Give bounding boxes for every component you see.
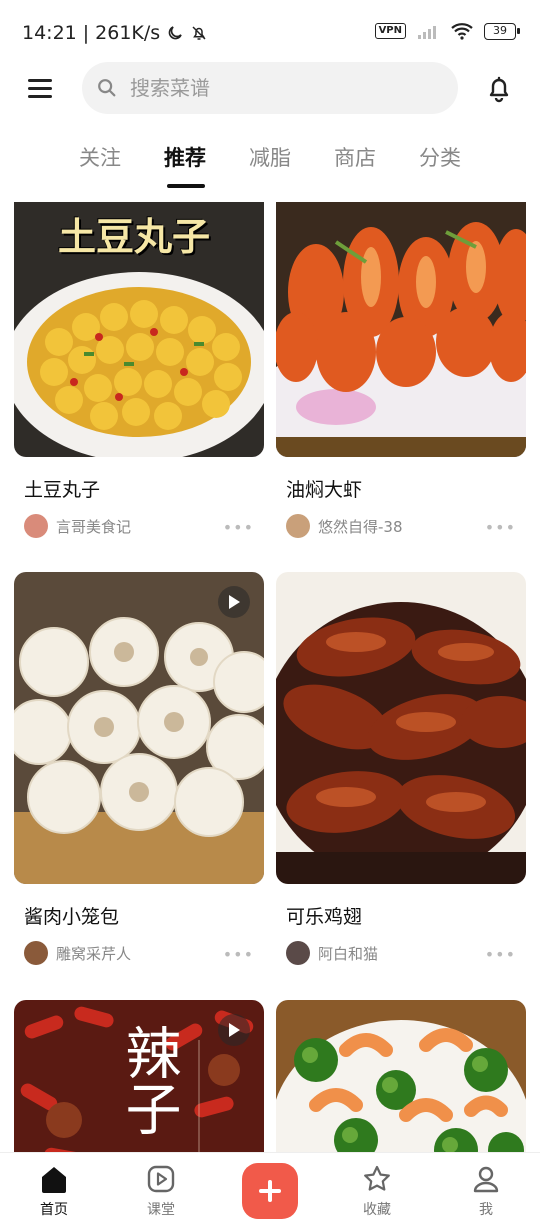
plus-icon (259, 1180, 281, 1202)
video-play-icon[interactable] (218, 586, 250, 618)
recipe-card[interactable]: 油焖大虾 悠然自得-38 ••• (276, 202, 526, 538)
author-name[interactable]: 言哥美食记 (56, 516, 131, 537)
recipe-title[interactable]: 油焖大虾 (286, 475, 526, 502)
network-speed: 261K/s (95, 22, 161, 44)
video-play-icon[interactable] (218, 1014, 250, 1046)
star-icon (364, 1165, 390, 1191)
avatar[interactable] (286, 514, 310, 538)
status-right: VPN 39 (374, 22, 520, 40)
tab-recommend[interactable]: 推荐 (143, 138, 228, 188)
search-bar[interactable] (82, 62, 458, 114)
recipe-title[interactable]: 可乐鸡翅 (286, 902, 526, 929)
author-name[interactable]: 阿白和猫 (318, 943, 378, 964)
nav-favorites[interactable]: 收藏 (337, 1163, 417, 1219)
recipe-image[interactable] (14, 572, 264, 884)
search-icon (98, 79, 116, 97)
more-options-icon[interactable]: ••• (223, 945, 254, 964)
avatar[interactable] (286, 941, 310, 965)
tab-category[interactable]: 分类 (398, 138, 483, 188)
bell-off-icon (192, 26, 206, 40)
author-name[interactable]: 雕窝采芹人 (56, 943, 131, 964)
recipe-author[interactable]: 阿白和猫 ••• (286, 941, 526, 965)
status-time: 14:21 (22, 22, 77, 44)
recipe-image[interactable]: 辣子 (14, 1000, 264, 1152)
category-tabs: 关注 推荐 减脂 商店 分类 (0, 138, 540, 190)
more-options-icon[interactable]: ••• (223, 518, 254, 537)
recipe-title[interactable]: 酱肉小笼包 (24, 902, 264, 929)
notification-bell-icon[interactable] (484, 74, 514, 104)
more-options-icon[interactable]: ••• (485, 945, 516, 964)
status-bar: 14:21 | 261K/s VPN 39 (0, 0, 540, 66)
image-overlay-text: 土豆丸子 (58, 215, 211, 259)
nav-me[interactable]: 我 (446, 1163, 526, 1219)
moon-icon (168, 26, 182, 40)
nav-home[interactable]: 首页 (14, 1163, 94, 1219)
home-icon (42, 1167, 66, 1193)
signal-icon (418, 26, 436, 39)
status-left: 14:21 | 261K/s (22, 22, 208, 44)
avatar[interactable] (24, 514, 48, 538)
add-recipe-button[interactable] (242, 1163, 298, 1219)
avatar[interactable] (24, 941, 48, 965)
search-input[interactable] (130, 76, 420, 100)
recipe-image[interactable] (276, 202, 526, 457)
recipe-author[interactable]: 悠然自得-38 ••• (286, 514, 526, 538)
recipe-feed: 土豆丸子 土豆丸子 言哥美食记 ••• 油焖大虾 悠然自得-38 ••• 酱肉小… (0, 202, 540, 1152)
recipe-image[interactable] (276, 572, 526, 884)
recipe-card[interactable]: 土豆丸子 土豆丸子 言哥美食记 ••• (14, 202, 264, 538)
vpn-badge: VPN (374, 23, 406, 39)
recipe-card[interactable]: 辣子 (14, 1000, 264, 1152)
nav-classroom[interactable]: 课堂 (121, 1163, 201, 1219)
nav-classroom-label: 课堂 (147, 1202, 175, 1218)
tab-follow[interactable]: 关注 (58, 138, 143, 188)
recipe-author[interactable]: 雕窝采芹人 ••• (24, 941, 264, 965)
status-separator: | (82, 22, 90, 44)
recipe-image[interactable]: 土豆丸子 (14, 202, 264, 457)
recipe-author[interactable]: 言哥美食记 ••• (24, 514, 264, 538)
nav-favorites-label: 收藏 (363, 1202, 391, 1218)
nav-me-label: 我 (479, 1202, 493, 1218)
wifi-icon (451, 23, 473, 40)
image-overlay-text: 辣子 (116, 1024, 181, 1136)
battery-indicator: 39 (484, 22, 520, 40)
play-square-icon (147, 1165, 175, 1193)
recipe-card[interactable]: 酱肉小笼包 雕窝采芹人 ••• (14, 572, 264, 965)
nav-home-label: 首页 (40, 1202, 68, 1218)
person-icon (473, 1166, 499, 1193)
tab-diet[interactable]: 减脂 (228, 138, 313, 188)
header (0, 62, 540, 118)
recipe-title[interactable]: 土豆丸子 (24, 475, 264, 502)
recipe-card[interactable] (276, 1000, 526, 1152)
recipe-card[interactable]: 可乐鸡翅 阿白和猫 ••• (276, 572, 526, 965)
menu-icon[interactable] (28, 78, 54, 100)
bottom-nav: 首页 课堂 收藏 我 (0, 1152, 540, 1230)
recipe-image[interactable] (276, 1000, 526, 1152)
author-name[interactable]: 悠然自得-38 (318, 516, 403, 537)
more-options-icon[interactable]: ••• (485, 518, 516, 537)
tab-store[interactable]: 商店 (313, 138, 398, 188)
